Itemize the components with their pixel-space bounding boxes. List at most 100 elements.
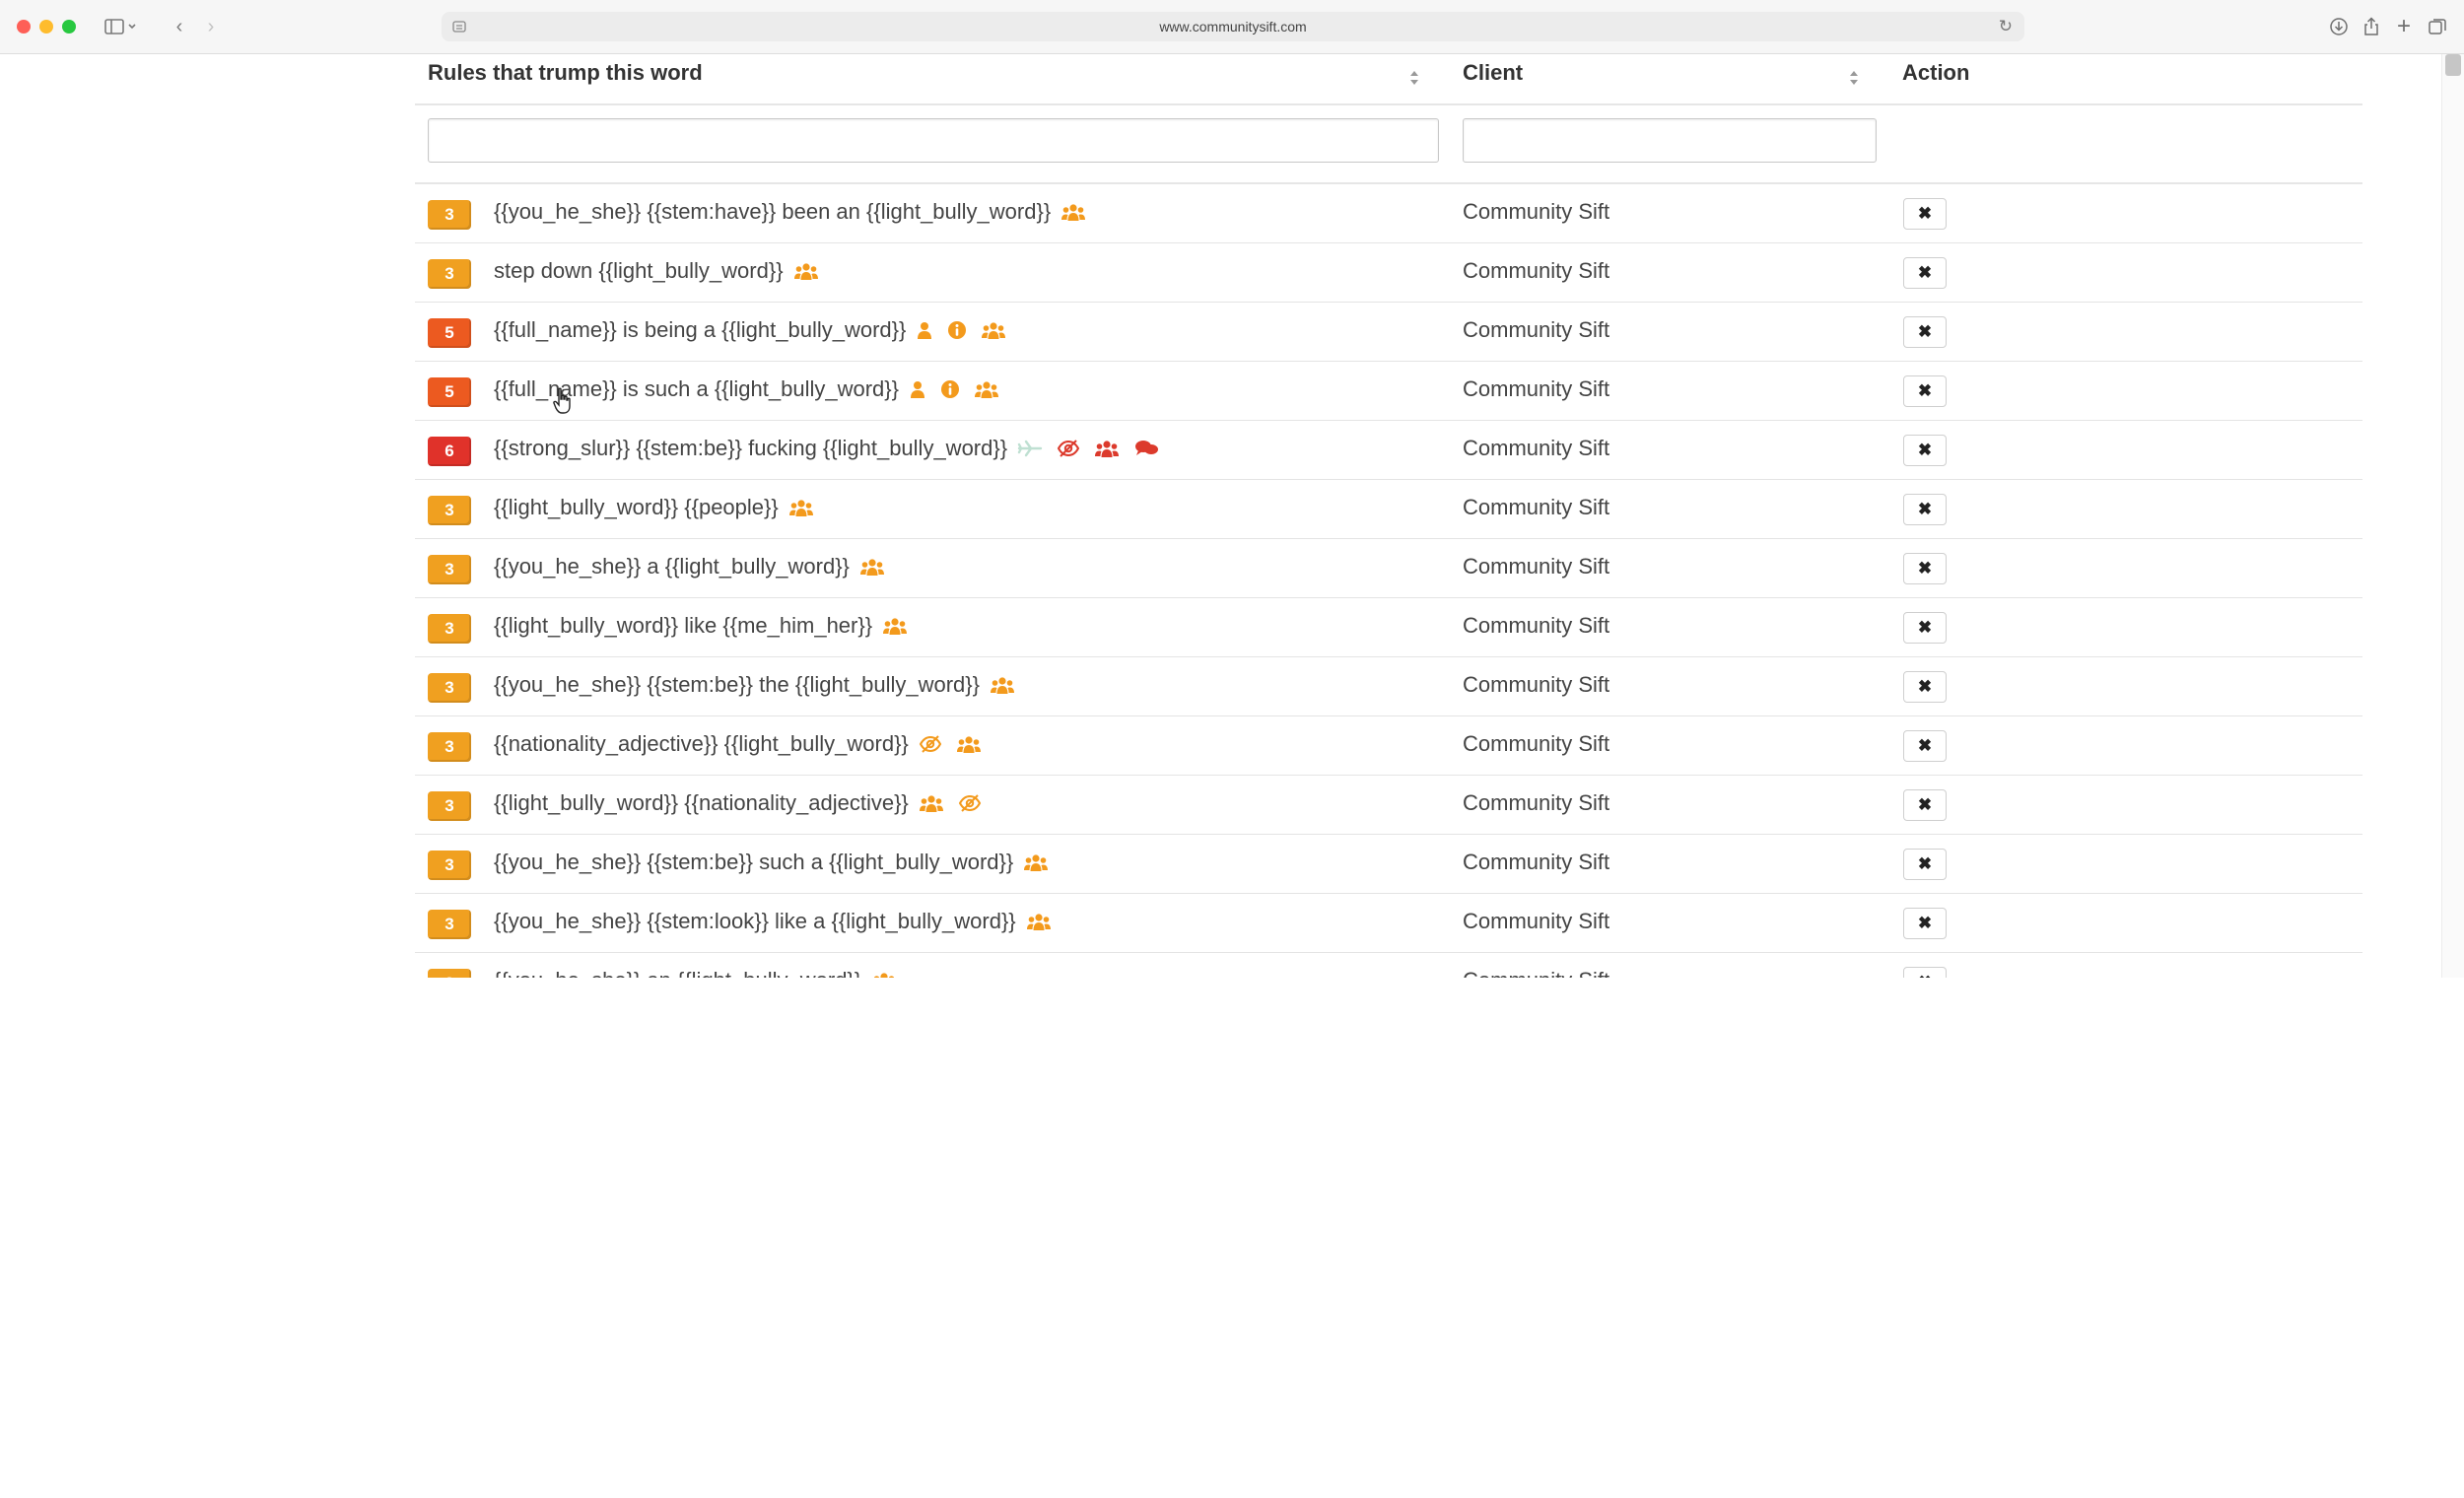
close-icon: ✖: [1918, 973, 1932, 978]
table-row: 3 {{nationality_adjective}} {{light_bull…: [415, 716, 2362, 776]
rules-filter-input[interactable]: [428, 118, 1439, 163]
table-row: 3 {{you_he_she}} a {{light_bully_word}} …: [415, 539, 2362, 598]
zoom-window-button[interactable]: [62, 20, 76, 34]
remove-button[interactable]: ✖: [1903, 849, 1947, 880]
risk-level-badge: 5: [428, 318, 471, 348]
remove-button[interactable]: ✖: [1903, 316, 1947, 348]
table-row: 3 {{you_he_she}} {{stem:have}} been an {…: [415, 184, 2362, 243]
rule-link[interactable]: {{you_he_she}} {{stem:have}} been an {{l…: [494, 199, 1051, 225]
remove-button[interactable]: ✖: [1903, 730, 1947, 762]
column-header-client[interactable]: Client: [1463, 60, 1523, 86]
person-icon: [916, 320, 933, 340]
close-icon: ✖: [1917, 559, 1933, 578]
risk-level-badge: 3: [428, 969, 471, 978]
client-name: Community Sift: [1463, 672, 1610, 697]
risk-level-badge: 3: [428, 673, 471, 703]
group-icon: [1094, 439, 1120, 458]
sidebar-icon: [104, 19, 136, 34]
client-name: Community Sift: [1463, 258, 1610, 283]
sort-icon[interactable]: [1408, 68, 1420, 88]
remove-button[interactable]: ✖: [1903, 553, 1947, 584]
info-icon: [940, 379, 960, 399]
client-name: Community Sift: [1463, 317, 1610, 342]
client-name: Community Sift: [1463, 436, 1610, 460]
column-header-rules[interactable]: Rules that trump this word: [428, 60, 703, 86]
rule-link[interactable]: {{you_he_she}} {{stem:be}} the {{light_b…: [494, 672, 980, 698]
table-body: 3 {{you_he_she}} {{stem:have}} been an {…: [415, 184, 2362, 978]
sort-icon[interactable]: [1848, 68, 1860, 88]
group-icon: [882, 616, 908, 636]
client-filter-input[interactable]: [1463, 118, 1877, 163]
plus-icon: +: [2396, 13, 2411, 39]
close-icon: ✖: [1917, 677, 1933, 696]
group-icon: [981, 320, 1006, 340]
client-name: Community Sift: [1463, 850, 1610, 874]
remove-button[interactable]: ✖: [1903, 671, 1947, 703]
risk-level-badge: 3: [428, 259, 471, 289]
scrollbar[interactable]: [2441, 54, 2464, 978]
share-button[interactable]: [2359, 14, 2384, 39]
table-row: 3 {{light_bully_word}} like {{me_him_her…: [415, 598, 2362, 657]
group-icon: [793, 261, 819, 281]
tabs-icon: [2429, 19, 2446, 34]
sidebar-toggle-button[interactable]: [103, 14, 140, 39]
downloads-button[interactable]: [2326, 14, 2352, 39]
new-tab-button[interactable]: +: [2391, 13, 2417, 39]
group-icon: [990, 675, 1015, 695]
close-icon: ✖: [1917, 441, 1933, 459]
client-name: Community Sift: [1463, 376, 1610, 401]
table-row: 3 {{you_he_she}} {{stem:look}} like a {{…: [415, 894, 2362, 953]
table-row: 3 {{you_he_she}} {{stem:be}} such a {{li…: [415, 835, 2362, 894]
tab-overview-button[interactable]: [2425, 14, 2450, 39]
rules-table: Rules that trump this word Client Action…: [415, 54, 2362, 978]
close-icon: ✖: [1917, 263, 1933, 282]
download-icon: [2330, 18, 2348, 35]
chevron-right-icon: ›: [207, 16, 215, 37]
remove-button[interactable]: ✖: [1903, 612, 1947, 644]
rule-link[interactable]: {{light_bully_word}} like {{me_him_her}}: [494, 613, 872, 639]
mouse-cursor-icon: [553, 387, 571, 414]
rule-link[interactable]: {{you_he_she}} an {{light_bully_word}}: [494, 968, 861, 978]
rule-link[interactable]: {{full_name}} is being a {{light_bully_w…: [494, 317, 906, 343]
risk-level-badge: 3: [428, 851, 471, 880]
rule-link[interactable]: {{light_bully_word}} {{nationality_adjec…: [494, 790, 909, 816]
risk-level-badge: 3: [428, 614, 471, 644]
risk-level-badge: 3: [428, 496, 471, 525]
back-button[interactable]: ‹: [168, 14, 191, 39]
table-row: 5 {{full_name}} is such a {{light_bully_…: [415, 362, 2362, 421]
close-icon: ✖: [1917, 736, 1933, 755]
rule-link[interactable]: step down {{light_bully_word}}: [494, 258, 784, 284]
rule-link[interactable]: {{nationality_adjective}} {{light_bully_…: [494, 731, 909, 757]
person-icon: [909, 379, 926, 399]
eye-slash-icon: [919, 734, 942, 754]
remove-button[interactable]: ✖: [1903, 967, 1947, 978]
remove-button[interactable]: ✖: [1903, 908, 1947, 939]
rule-link[interactable]: {{you_he_she}} {{stem:look}} like a {{li…: [494, 909, 1016, 934]
chat-icon: [1133, 439, 1159, 458]
scrollbar-thumb[interactable]: [2445, 54, 2461, 76]
forward-button[interactable]: ›: [199, 14, 223, 39]
rule-link[interactable]: {{you_he_she}} a {{light_bully_word}}: [494, 554, 850, 579]
remove-button[interactable]: ✖: [1903, 494, 1947, 525]
column-header-action: Action: [1902, 60, 1970, 85]
rule-link[interactable]: {{light_bully_word}} {{people}}: [494, 495, 779, 520]
group-icon: [919, 793, 944, 813]
close-icon: ✖: [1917, 500, 1933, 518]
rule-link[interactable]: {{strong_slur}} {{stem:be}} fucking {{li…: [494, 436, 1007, 461]
table-row: 3 {{you_he_she}} an {{light_bully_word}}…: [415, 953, 2362, 978]
info-icon: [947, 320, 967, 340]
airplane-icon: [1017, 439, 1043, 458]
remove-button[interactable]: ✖: [1903, 198, 1947, 230]
address-bar[interactable]: www.communitysift.com ↻: [442, 12, 2024, 41]
remove-button[interactable]: ✖: [1903, 257, 1947, 289]
close-window-button[interactable]: [17, 20, 31, 34]
page-content: Rules that trump this word Client Action…: [0, 54, 2464, 978]
minimize-window-button[interactable]: [39, 20, 53, 34]
remove-button[interactable]: ✖: [1903, 789, 1947, 821]
reload-icon[interactable]: ↻: [1999, 17, 2013, 36]
remove-button[interactable]: ✖: [1903, 435, 1947, 466]
client-name: Community Sift: [1463, 613, 1610, 638]
remove-button[interactable]: ✖: [1903, 375, 1947, 407]
rule-link[interactable]: {{you_he_she}} {{stem:be}} such a {{ligh…: [494, 850, 1013, 875]
close-icon: ✖: [1917, 381, 1933, 400]
